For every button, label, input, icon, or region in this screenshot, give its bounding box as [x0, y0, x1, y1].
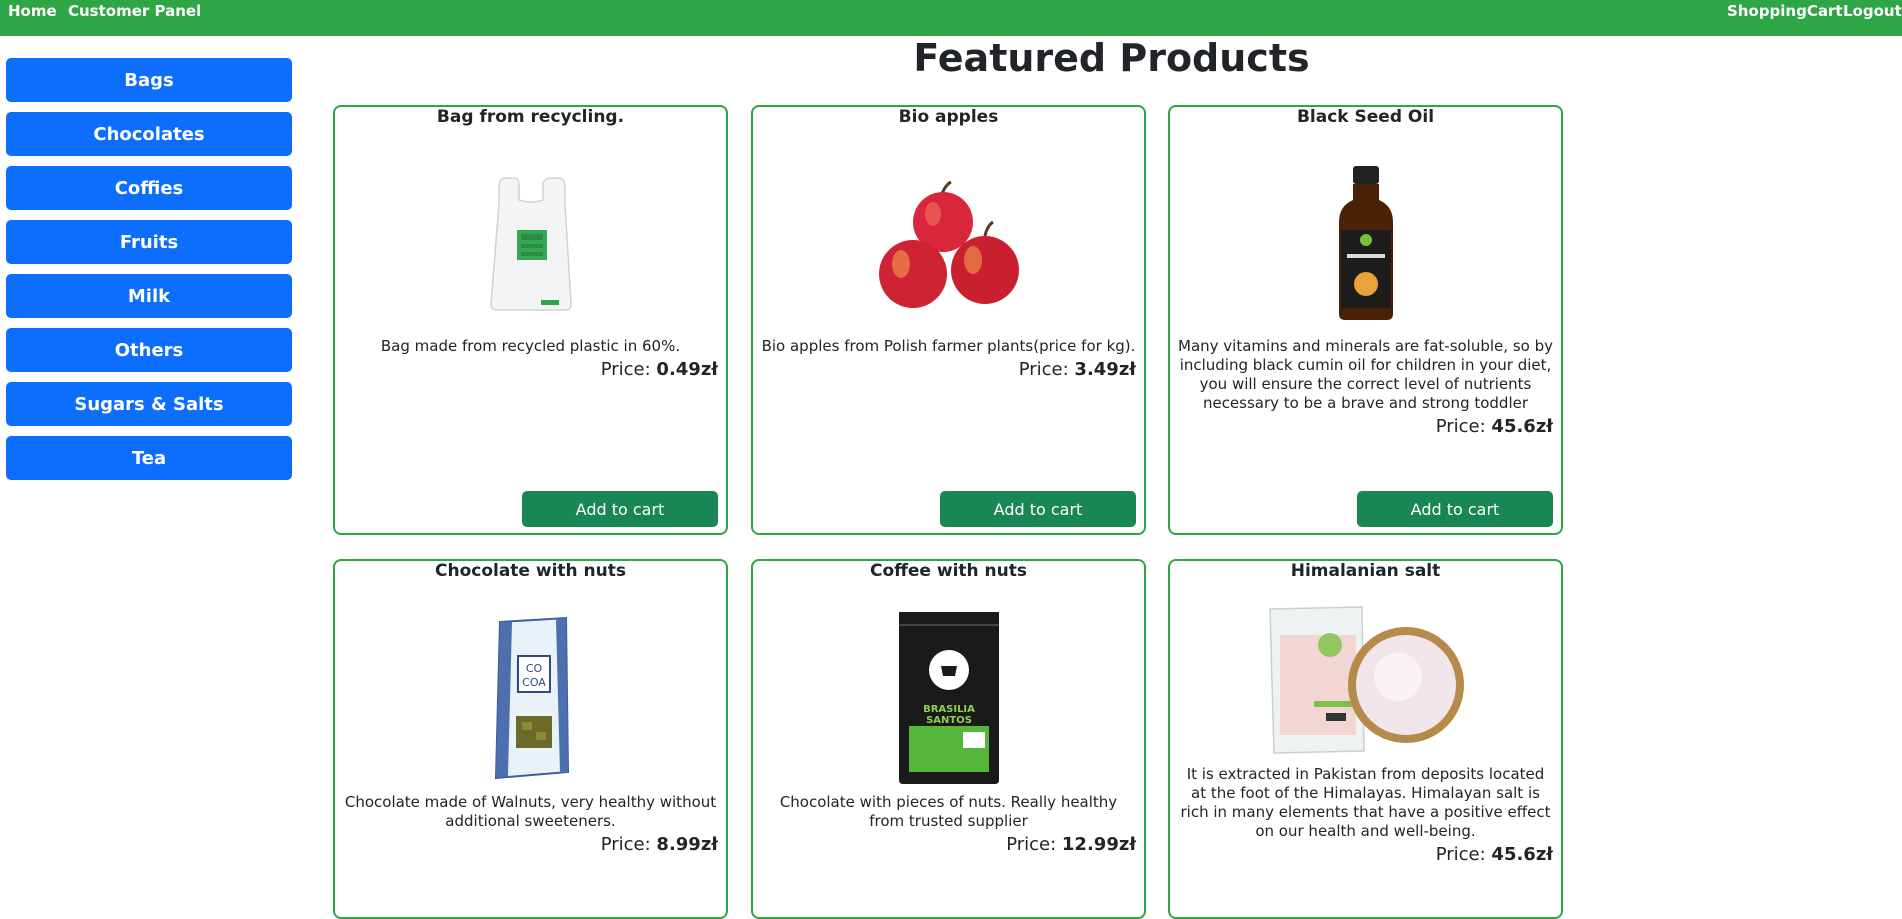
add-to-cart-button[interactable]: Add to cart: [522, 491, 718, 527]
coffee-label-text: BRASILIA: [923, 704, 975, 715]
product-price: Price: 3.49zł: [761, 360, 1136, 379]
product-description: Chocolate with pieces of nuts. Really he…: [779, 793, 1118, 830]
product-price: Price: 8.99zł: [343, 835, 718, 854]
price-value: 3.49zł: [1074, 359, 1136, 380]
product-description-block: Chocolate made of Walnuts, very healthy …: [343, 793, 718, 854]
price-label: Price:: [1435, 844, 1486, 865]
category-button-bags[interactable]: Bags: [6, 58, 292, 102]
product-image: CO COA: [335, 603, 726, 793]
product-card: Coffee with nuts BRASILIA SANTOS Chocola…: [751, 559, 1146, 919]
product-card: Black Seed Oil Many vitamins and mineral…: [1168, 105, 1563, 535]
product-image: [753, 149, 1144, 339]
product-image: [335, 149, 726, 339]
product-description: Bio apples from Polish farmer plants(pri…: [761, 337, 1136, 355]
product-description-block: Bag made from recycled plastic in 60%. P…: [343, 337, 718, 379]
product-name: Coffee with nuts: [869, 561, 1028, 581]
product-price: Price: 45.6zł: [1178, 417, 1553, 436]
add-to-cart-button[interactable]: Add to cart: [940, 491, 1136, 527]
product-name: Chocolate with nuts: [434, 561, 627, 581]
category-button-milk[interactable]: Milk: [6, 274, 292, 318]
price-label: Price:: [1018, 359, 1069, 380]
product-description: It is extracted in Pakistan from deposit…: [1180, 765, 1551, 840]
product-description: Many vitamins and minerals are fat-solub…: [1178, 337, 1553, 412]
price-label: Price:: [600, 359, 651, 380]
product-price: Price: 12.99zł: [761, 835, 1136, 854]
top-navbar: Home Customer Panel ShoppingCart Logout: [0, 0, 1902, 36]
page-title: Featured Products: [913, 36, 1310, 80]
product-name: Bio apples: [898, 107, 999, 127]
category-button-others[interactable]: Others: [6, 328, 292, 372]
apples-icon: [878, 180, 1019, 308]
recycled-bag-icon: [489, 177, 572, 311]
add-to-cart-button[interactable]: Add to cart: [1357, 491, 1553, 527]
category-button-tea[interactable]: Tea: [6, 436, 292, 480]
product-price: Price: 0.49zł: [343, 360, 718, 379]
salt-bowl-icon: [1268, 606, 1464, 754]
product-image: BRASILIA SANTOS: [753, 603, 1144, 793]
price-label: Price:: [600, 834, 651, 855]
product-image: [1170, 595, 1561, 765]
chocolate-logo-text: COA: [522, 676, 546, 689]
price-label: Price:: [1435, 416, 1486, 437]
price-value: 8.99zł: [656, 834, 718, 855]
price-label: Price:: [1006, 834, 1057, 855]
product-description-block: Chocolate with pieces of nuts. Really he…: [761, 793, 1136, 854]
product-card: Himalanian salt It is extracted in Pakis…: [1168, 559, 1563, 919]
coffee-bag-icon: BRASILIA SANTOS: [898, 612, 999, 784]
category-sidebar: Bags Chocolates Coffies Fruits Milk Othe…: [6, 58, 292, 490]
price-value: 0.49zł: [656, 359, 718, 380]
coffee-label-text: SANTOS: [926, 715, 972, 726]
oil-bottle-icon: [1338, 166, 1393, 320]
product-card: Bag from recycling. Bag made from recycl…: [333, 105, 728, 535]
product-name: Bag from recycling.: [436, 107, 625, 127]
price-value: 45.6zł: [1491, 844, 1553, 865]
product-name: Himalanian salt: [1290, 561, 1441, 581]
nav-shopping-cart-link[interactable]: ShoppingCart: [1727, 2, 1843, 20]
product-description-block: Many vitamins and minerals are fat-solub…: [1178, 337, 1553, 436]
product-description: Bag made from recycled plastic in 60%.: [380, 337, 681, 355]
product-description: Chocolate made of Walnuts, very healthy …: [344, 793, 717, 830]
product-price: Price: 45.6zł: [1178, 845, 1553, 864]
product-card: Chocolate with nuts CO COA Chocolate mad…: [333, 559, 728, 919]
nav-home-link[interactable]: Home: [8, 2, 57, 20]
price-value: 12.99zł: [1061, 834, 1136, 855]
category-button-coffies[interactable]: Coffies: [6, 166, 292, 210]
nav-logout-link[interactable]: Logout: [1843, 2, 1902, 20]
product-description-block: It is extracted in Pakistan from deposit…: [1178, 765, 1554, 864]
product-card: Bio apples Bio apples from Polish farmer…: [751, 105, 1146, 535]
chocolate-logo-text: CO: [525, 662, 542, 675]
nav-customer-panel-link[interactable]: Customer Panel: [68, 2, 201, 20]
product-description-block: Bio apples from Polish farmer plants(pri…: [761, 337, 1136, 379]
product-image: [1170, 149, 1561, 339]
chocolate-bar-icon: CO COA: [494, 616, 569, 780]
category-button-chocolates[interactable]: Chocolates: [6, 112, 292, 156]
price-value: 45.6zł: [1491, 416, 1553, 437]
product-name: Black Seed Oil: [1296, 107, 1435, 127]
category-button-sugars-salts[interactable]: Sugars & Salts: [6, 382, 292, 426]
category-button-fruits[interactable]: Fruits: [6, 220, 292, 264]
